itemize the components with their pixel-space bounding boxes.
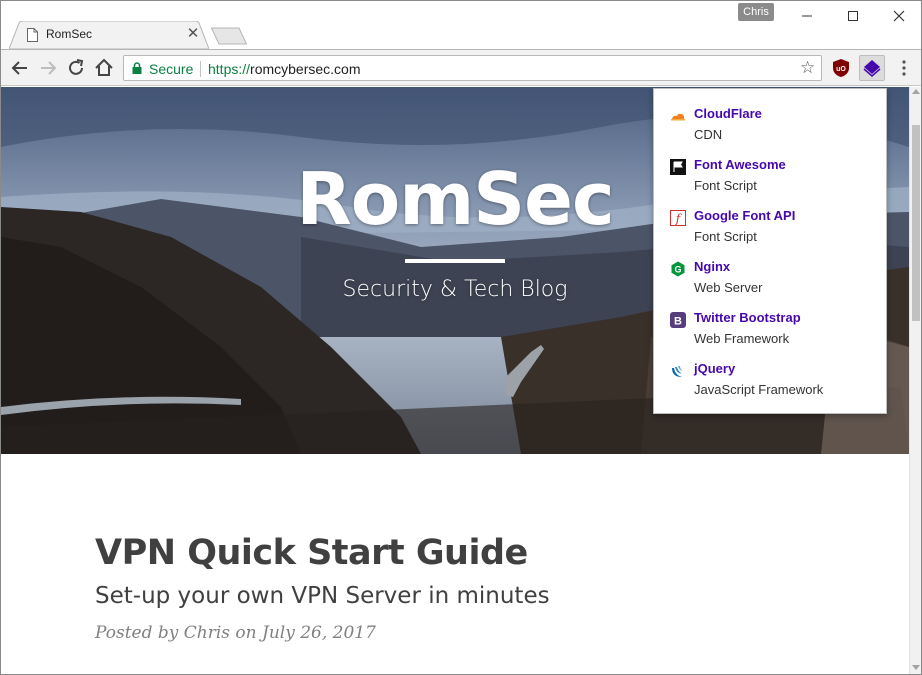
tech-item-jquery[interactable]: jQuery JavaScript Framework [654, 357, 888, 401]
tech-name[interactable]: jQuery [694, 361, 735, 376]
profile-badge[interactable]: Chris [738, 3, 774, 21]
tech-name[interactable]: CloudFlare [694, 106, 762, 121]
new-tab-button[interactable] [211, 27, 247, 45]
jquery-icon [672, 366, 683, 377]
close-window-button[interactable] [879, 3, 919, 29]
tab-title: RomSec [46, 27, 93, 41]
address-bar[interactable]: Secure https://romcybersec.com ☆ [123, 55, 822, 81]
browser-toolbar: Secure https://romcybersec.com ☆ uО [1, 49, 921, 86]
tech-item-font-awesome[interactable]: Font Awesome Font Script [654, 153, 888, 197]
browser-window: RomSec ✕ Chris Secure https://romcyberse… [0, 0, 922, 675]
tech-category[interactable]: CDN [694, 127, 722, 142]
wappalyzer-extension-button[interactable] [859, 55, 885, 81]
maximize-icon [848, 11, 858, 21]
reload-icon[interactable] [64, 56, 88, 80]
home-icon[interactable] [92, 56, 116, 80]
forward-arrow-icon[interactable] [36, 56, 60, 80]
lock-icon[interactable] [132, 62, 142, 74]
post-meta: Posted by Chris on July 26, 2017 [95, 623, 376, 643]
svg-text:G: G [674, 265, 681, 275]
tab-romsec[interactable]: RomSec ✕ [9, 21, 209, 49]
url-host: romcybersec.com [250, 61, 361, 77]
svg-text:B: B [674, 316, 682, 328]
scroll-thumb[interactable] [912, 125, 920, 321]
tech-category[interactable]: Web Framework [694, 331, 789, 346]
tech-name[interactable]: Twitter Bootstrap [694, 310, 801, 325]
title-bar: RomSec ✕ Chris [1, 1, 921, 49]
tech-category[interactable]: JavaScript Framework [694, 382, 823, 397]
cloudflare-icon [671, 113, 685, 121]
tech-category[interactable]: Font Script [694, 229, 757, 244]
document-icon [27, 28, 38, 42]
bootstrap-icon: B [670, 312, 686, 328]
tab-shape [9, 21, 209, 49]
nginx-icon: G [671, 261, 685, 277]
post-title[interactable]: VPN Quick Start Guide [95, 533, 528, 573]
omnibox-divider [200, 61, 201, 77]
svg-text:uО: uО [836, 66, 846, 73]
tech-name[interactable]: Google Font API [694, 208, 795, 223]
scroll-up-arrow-icon[interactable] [912, 89, 920, 94]
tech-item-nginx[interactable]: G Nginx Web Server [654, 255, 888, 299]
scroll-down-arrow-icon[interactable] [912, 665, 920, 670]
tech-category[interactable]: Font Script [694, 178, 757, 193]
title-divider [405, 259, 505, 263]
close-icon [893, 10, 905, 22]
tech-name[interactable]: Font Awesome [694, 157, 786, 172]
google-font-api-icon: f [670, 210, 686, 226]
more-menu-icon[interactable] [896, 56, 912, 80]
tech-name[interactable]: Nginx [694, 259, 730, 274]
maximize-button[interactable] [833, 3, 873, 29]
tech-category[interactable]: Web Server [694, 280, 762, 295]
page-scrollbar[interactable] [909, 87, 921, 674]
tab-close-icon[interactable]: ✕ [185, 24, 201, 42]
minimize-icon [802, 15, 812, 17]
minimize-button[interactable] [787, 3, 827, 29]
back-arrow-icon[interactable] [8, 56, 32, 80]
url-text[interactable]: https://romcybersec.com [208, 61, 361, 77]
tech-item-twitter-bootstrap[interactable]: B Twitter Bootstrap Web Framework [654, 306, 888, 350]
tech-item-cloudflare[interactable]: CloudFlare CDN [654, 102, 888, 146]
ublock-origin-icon[interactable]: uО [830, 57, 852, 79]
wappalyzer-popup: CloudFlare CDN Font Awesome Font Script … [653, 88, 887, 414]
wappalyzer-icon [863, 60, 881, 77]
url-scheme: https:// [208, 61, 251, 77]
bookmark-star-icon[interactable]: ☆ [800, 58, 815, 78]
font-awesome-icon [670, 159, 686, 175]
secure-label[interactable]: Secure [149, 61, 193, 77]
post-subtitle[interactable]: Set-up your own VPN Server in minutes [95, 583, 550, 609]
tech-item-google-font-api[interactable]: f Google Font API Font Script [654, 204, 888, 248]
